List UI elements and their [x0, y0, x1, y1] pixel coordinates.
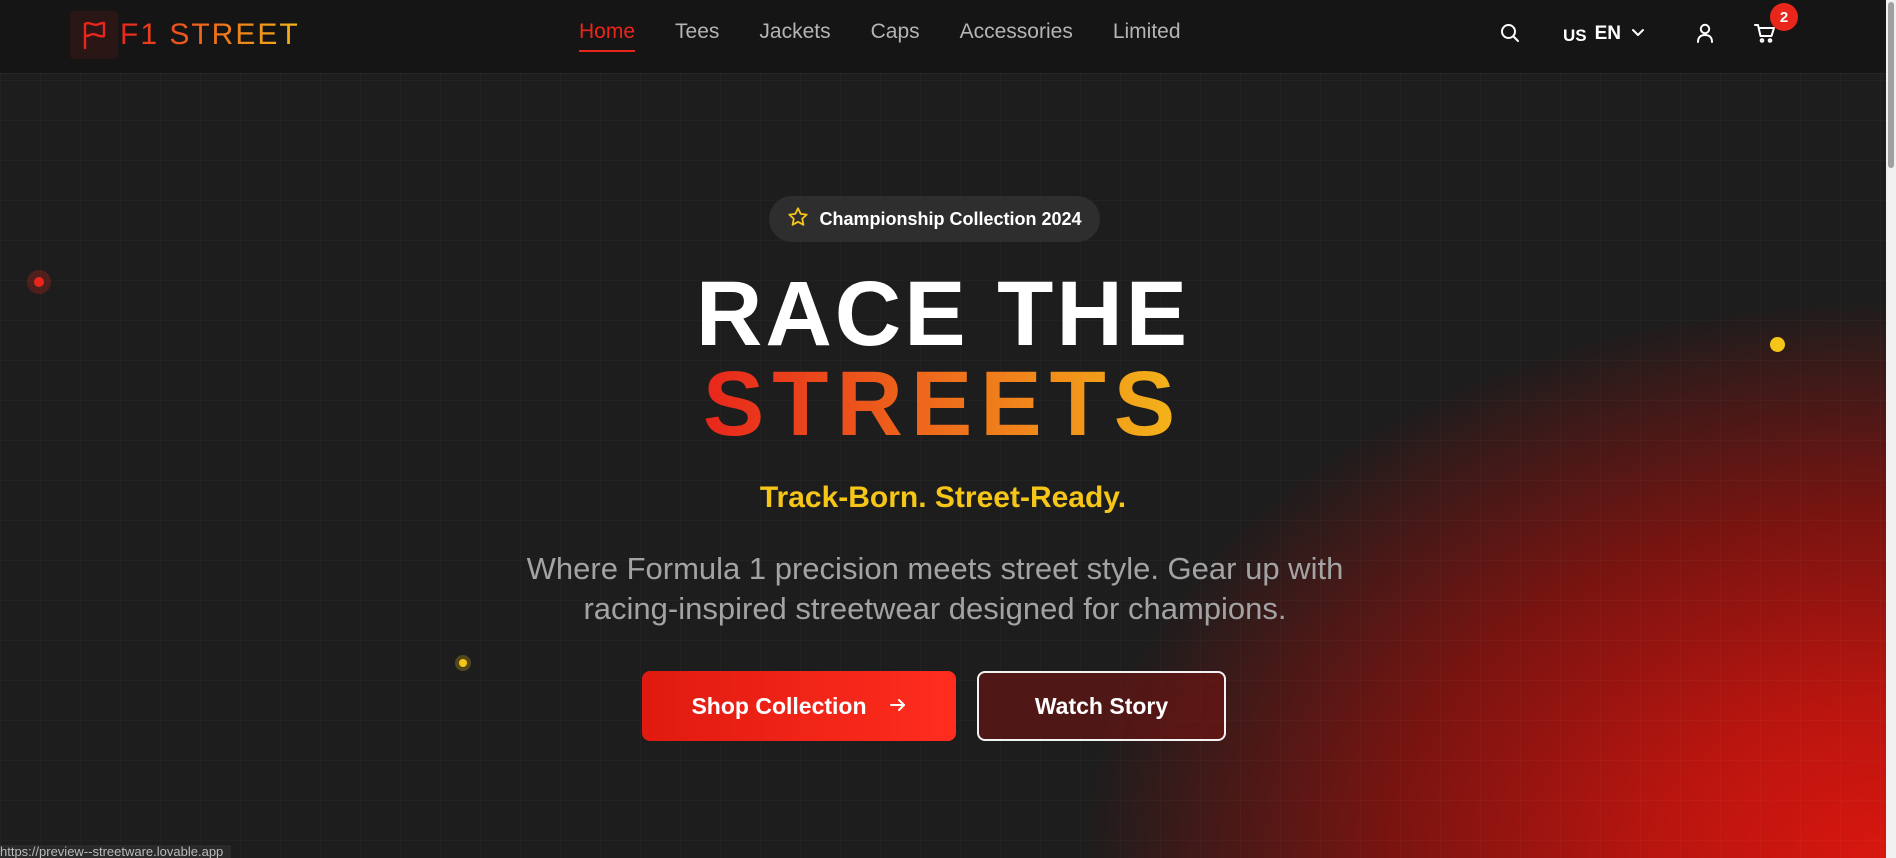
flag-icon: [70, 11, 118, 59]
page-scrollbar[interactable]: [1886, 0, 1896, 858]
shop-collection-label: Shop Collection: [691, 692, 867, 719]
chevron-down-icon: [1631, 25, 1645, 43]
hero-title-line1: RACE THE: [695, 263, 1191, 365]
collection-badge: Championship Collection 2024: [769, 196, 1100, 242]
nav-item-jackets[interactable]: Jackets: [759, 20, 830, 52]
hero-description: Where Formula 1 precision meets street s…: [526, 551, 1344, 626]
nav-item-tees[interactable]: Tees: [675, 20, 719, 52]
country-flag: US: [1563, 26, 1587, 45]
brand-logo[interactable]: F1 STREET: [70, 11, 300, 59]
language-selector[interactable]: US EN: [1563, 22, 1645, 46]
nav-item-accessories[interactable]: Accessories: [960, 20, 1073, 52]
status-bar-url: https://preview--streetware.lovable.app: [0, 845, 232, 858]
main-nav: Home Tees Jackets Caps Accessories Limit…: [579, 20, 1221, 52]
scrollbar-thumb[interactable]: [1888, 2, 1894, 168]
search-icon[interactable]: [1497, 20, 1523, 46]
decor-dot-yellow-small-core: [459, 659, 467, 667]
language-code: EN: [1594, 23, 1622, 44]
hero-title-line2: STREETS: [0, 354, 1886, 454]
cart-count-badge: 2: [1770, 3, 1798, 31]
collection-badge-text: Championship Collection 2024: [819, 208, 1082, 229]
nav-item-home[interactable]: Home: [579, 20, 636, 52]
arrow-right-icon: [889, 697, 907, 716]
shop-collection-button[interactable]: Shop Collection: [642, 671, 956, 741]
user-icon[interactable]: [1692, 20, 1718, 46]
watch-story-button[interactable]: Watch Story: [977, 671, 1226, 741]
nav-item-caps[interactable]: Caps: [871, 20, 920, 52]
star-icon: [787, 206, 809, 233]
page: F1 STREET Home Tees Jackets Caps Accesso…: [0, 0, 1886, 858]
brand-name: F1 STREET: [120, 18, 300, 51]
site-header: F1 STREET Home Tees Jackets Caps Accesso…: [0, 0, 1886, 74]
hero-title-highlight: STREETS: [702, 353, 1184, 455]
hero-tagline: Track-Born. Street-Ready.: [759, 481, 1127, 514]
nav-item-limited[interactable]: Limited: [1113, 20, 1181, 52]
